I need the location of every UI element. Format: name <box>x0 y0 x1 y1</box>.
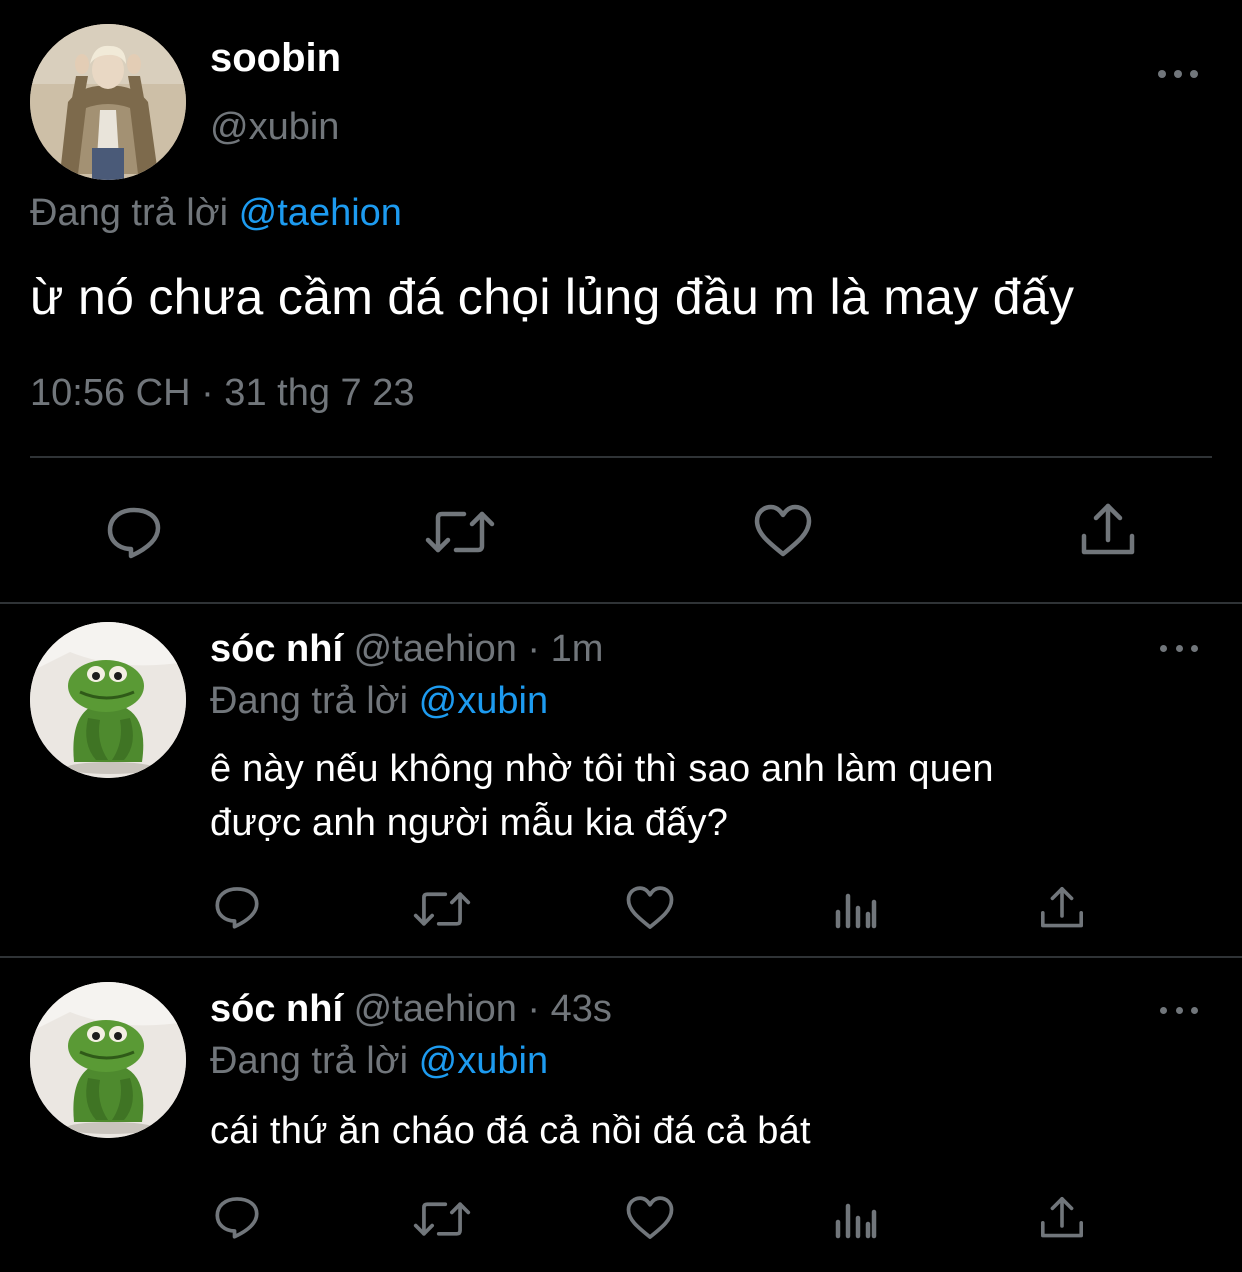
tweet-timestamp[interactable]: 10:56 CH · 31 thg 7 23 <box>30 372 414 415</box>
tweet-text-line: cái thứ ăn cháo đá cả nồi đá cả bát <box>210 1110 811 1152</box>
views-icon[interactable] <box>834 1200 878 1240</box>
display-name[interactable]: soobin <box>210 36 341 81</box>
views-icon[interactable] <box>834 890 878 930</box>
more-options-icon[interactable] <box>1160 638 1198 658</box>
time-ago[interactable]: 1m <box>551 628 604 670</box>
green-frog-photo-icon <box>30 622 186 778</box>
separator: · <box>527 988 541 1030</box>
reply-header: sóc nhí @taehion · 43s <box>210 988 612 1031</box>
share-icon[interactable] <box>1038 884 1086 932</box>
tweet-text-line: được anh người mẫu kia đấy? <box>210 802 729 844</box>
replying-to-line: Đang trả lời @xubin <box>210 680 548 723</box>
tweet-text-line: ê này nếu không nhờ tôi thì sao anh làm … <box>210 748 994 790</box>
separator: · <box>527 628 541 670</box>
user-handle[interactable]: @taehion <box>354 628 517 670</box>
main-tweet: soobin @xubin Đang trả lời @taehion ừ nó… <box>0 0 1242 602</box>
like-icon[interactable] <box>752 502 814 560</box>
retweet-icon[interactable] <box>412 886 472 932</box>
user-photo-icon <box>30 24 186 180</box>
avatar[interactable] <box>30 622 186 778</box>
replying-prefix: Đang trả lời <box>30 192 229 234</box>
like-icon[interactable] <box>624 884 676 932</box>
tweet-text: ừ nó chưa cầm đá chọi lủng đầu m là may … <box>30 269 1075 325</box>
mention-link[interactable]: @xubin <box>419 1040 548 1082</box>
mention-link[interactable]: @taehion <box>239 192 402 234</box>
user-handle[interactable]: @taehion <box>354 988 517 1030</box>
retweet-icon[interactable] <box>424 504 496 560</box>
avatar[interactable] <box>30 982 186 1138</box>
tweet-text: cái thứ ăn cháo đá cả nồi đá cả bát <box>210 1104 811 1158</box>
share-icon[interactable] <box>1078 500 1138 560</box>
reply-tweet[interactable]: sóc nhí @taehion · 43s Đang trả lời @xub… <box>0 958 1242 1272</box>
mention-link[interactable]: @xubin <box>419 680 548 722</box>
reply-icon[interactable] <box>212 1194 262 1240</box>
reply-tweet[interactable]: sóc nhí @taehion · 1m Đang trả lời @xubi… <box>0 604 1242 956</box>
user-handle[interactable]: @xubin <box>210 106 339 149</box>
replying-prefix: Đang trả lời <box>210 1040 409 1082</box>
replying-to-line: Đang trả lời @xubin <box>210 1040 548 1083</box>
tweet-actions <box>0 496 1242 566</box>
like-icon[interactable] <box>624 1194 676 1242</box>
tweet-thread-screen: soobin @xubin Đang trả lời @taehion ừ nó… <box>0 0 1242 1272</box>
display-name[interactable]: sóc nhí <box>210 628 343 670</box>
reply-icon[interactable] <box>212 884 262 930</box>
reply-icon[interactable] <box>104 504 164 560</box>
avatar[interactable] <box>30 24 186 180</box>
green-frog-photo-icon <box>30 982 186 1138</box>
divider <box>30 456 1212 458</box>
replying-prefix: Đang trả lời <box>210 680 409 722</box>
tweet-text: ê này nếu không nhờ tôi thì sao anh làm … <box>210 742 994 850</box>
display-name[interactable]: sóc nhí <box>210 988 343 1030</box>
replying-to-line: Đang trả lời @taehion <box>30 192 402 235</box>
share-icon[interactable] <box>1038 1194 1086 1242</box>
more-options-icon[interactable] <box>1160 1000 1198 1020</box>
retweet-icon[interactable] <box>412 1196 472 1242</box>
more-options-icon[interactable] <box>1158 64 1198 84</box>
time-ago[interactable]: 43s <box>551 988 612 1030</box>
reply-header: sóc nhí @taehion · 1m <box>210 628 603 671</box>
